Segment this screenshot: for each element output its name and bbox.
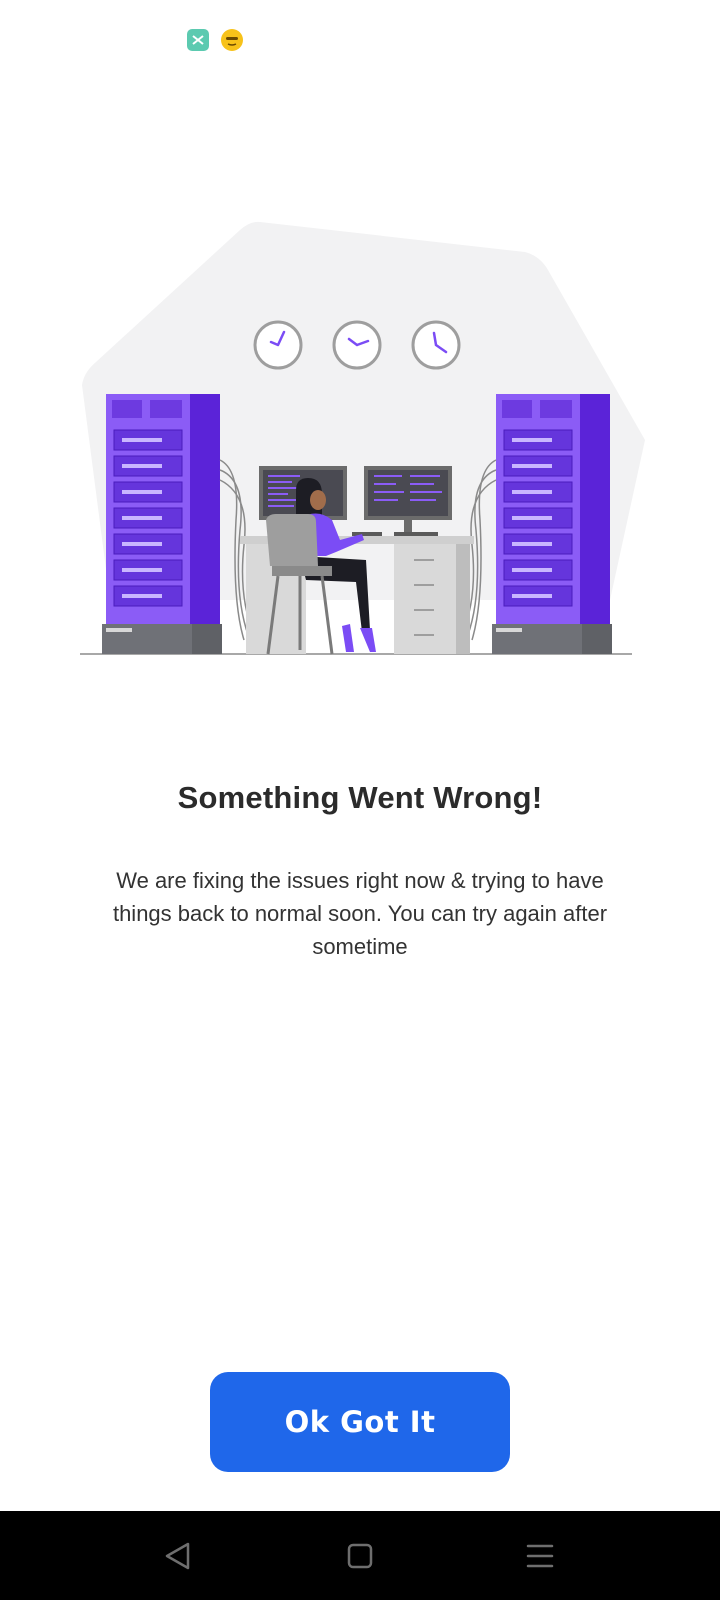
home-icon[interactable] bbox=[330, 1531, 390, 1581]
clock-icon bbox=[332, 320, 382, 370]
back-icon[interactable] bbox=[148, 1531, 208, 1581]
app-notification-icon bbox=[187, 29, 209, 51]
navigation-bar bbox=[0, 1511, 720, 1600]
menu-icon[interactable] bbox=[510, 1531, 570, 1581]
server-rack-left bbox=[102, 394, 222, 654]
clock-icon bbox=[253, 320, 303, 370]
clock-icon bbox=[411, 320, 461, 370]
server-room-illustration bbox=[0, 200, 720, 670]
error-title: Something Went Wrong! bbox=[177, 780, 543, 815]
emoji-notification-icon bbox=[221, 29, 243, 51]
status-bar bbox=[0, 0, 720, 80]
ok-got-it-button[interactable]: Ok Got It bbox=[210, 1372, 510, 1472]
server-rack-right bbox=[492, 394, 612, 654]
error-message: We are fixing the issues right now & try… bbox=[112, 868, 608, 959]
